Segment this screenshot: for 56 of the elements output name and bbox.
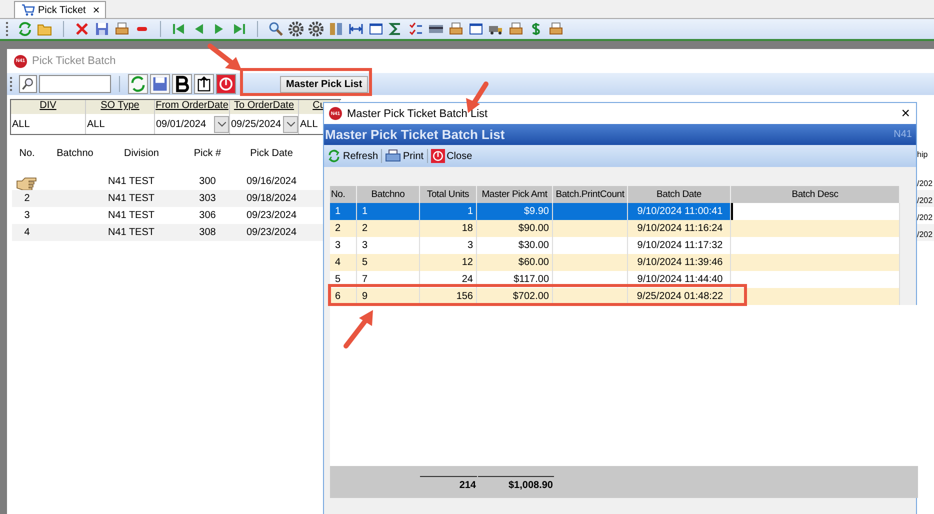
table-cell: 306	[199, 210, 216, 221]
table-cell: 9/10/2024 11:16:24	[637, 223, 723, 234]
table-cell: 2	[335, 223, 341, 234]
table-cell: 3	[335, 240, 341, 251]
table-cell: 9	[362, 291, 368, 302]
table-cell: 9/25/2024 01:48:22	[636, 291, 724, 302]
table-cell-text: /202	[917, 178, 934, 190]
table-cell: 1	[335, 206, 341, 217]
total-amount: $1,008.90	[508, 480, 553, 490]
table-cell: $9.90	[524, 206, 549, 217]
table-cell: 308	[199, 227, 216, 238]
table-cell: 9/10/2024 11:17:32	[637, 240, 723, 251]
table-cell: 09/18/2024	[246, 193, 297, 204]
table-cell-text: /202	[917, 229, 934, 241]
tab-label: Pick Ticket	[38, 4, 86, 16]
table-cell: 09/23/2024	[246, 210, 297, 221]
table-cell-text: /202	[917, 212, 934, 224]
table-cell: $702.00	[512, 291, 549, 302]
table-cell: 09/23/2024	[246, 227, 297, 238]
table-cell: 6	[335, 291, 341, 302]
table-cell: 9/10/2024 11:39:46	[637, 257, 723, 268]
panel-title: Pick Ticket Batch	[32, 55, 116, 67]
table-cell: 3	[362, 240, 368, 251]
table-cell-text: /202	[917, 195, 934, 207]
table-cell: 18	[462, 223, 473, 234]
table-cell: N41 TEST	[108, 227, 154, 238]
table-cell: N41 TEST	[108, 210, 154, 221]
table-cell: 3	[467, 240, 473, 251]
table-cell: $60.00	[518, 257, 549, 268]
row-number: 2	[24, 193, 30, 204]
brand-label: N41	[894, 129, 912, 140]
table-cell: 9/10/2024 11:00:41	[637, 206, 723, 217]
table-cell: $90.00	[518, 223, 549, 234]
table-cell: 24	[462, 274, 473, 285]
table-cell: 9/10/2024 11:44:40	[637, 274, 723, 285]
table-cell: 1	[362, 206, 368, 217]
table-cell: 12	[462, 257, 473, 268]
table-cell: 156	[456, 291, 473, 302]
table-cell: $30.00	[518, 240, 549, 251]
table-cell: 5	[335, 274, 341, 285]
dialog-title: Master Pick Ticket Batch List	[347, 108, 488, 120]
row-number: 3	[24, 210, 30, 221]
table-cell: 2	[362, 223, 368, 234]
table-cell: 7	[362, 274, 368, 285]
row-number: 4	[24, 227, 30, 238]
table-cell: N41 TEST	[108, 193, 154, 204]
table-cell: 303	[199, 193, 216, 204]
table-cell: 09/16/2024	[246, 176, 297, 187]
table-cell: $117.00	[514, 274, 549, 285]
table-cell: 300	[199, 176, 216, 187]
total-units: 214	[459, 480, 476, 490]
dialog-heading: Master Pick Ticket Batch List	[325, 127, 505, 142]
table-cell: 4	[335, 257, 341, 268]
table-cell: 5	[362, 257, 368, 268]
table-cell: 1	[467, 206, 473, 217]
table-cell: N41 TEST	[108, 176, 154, 187]
